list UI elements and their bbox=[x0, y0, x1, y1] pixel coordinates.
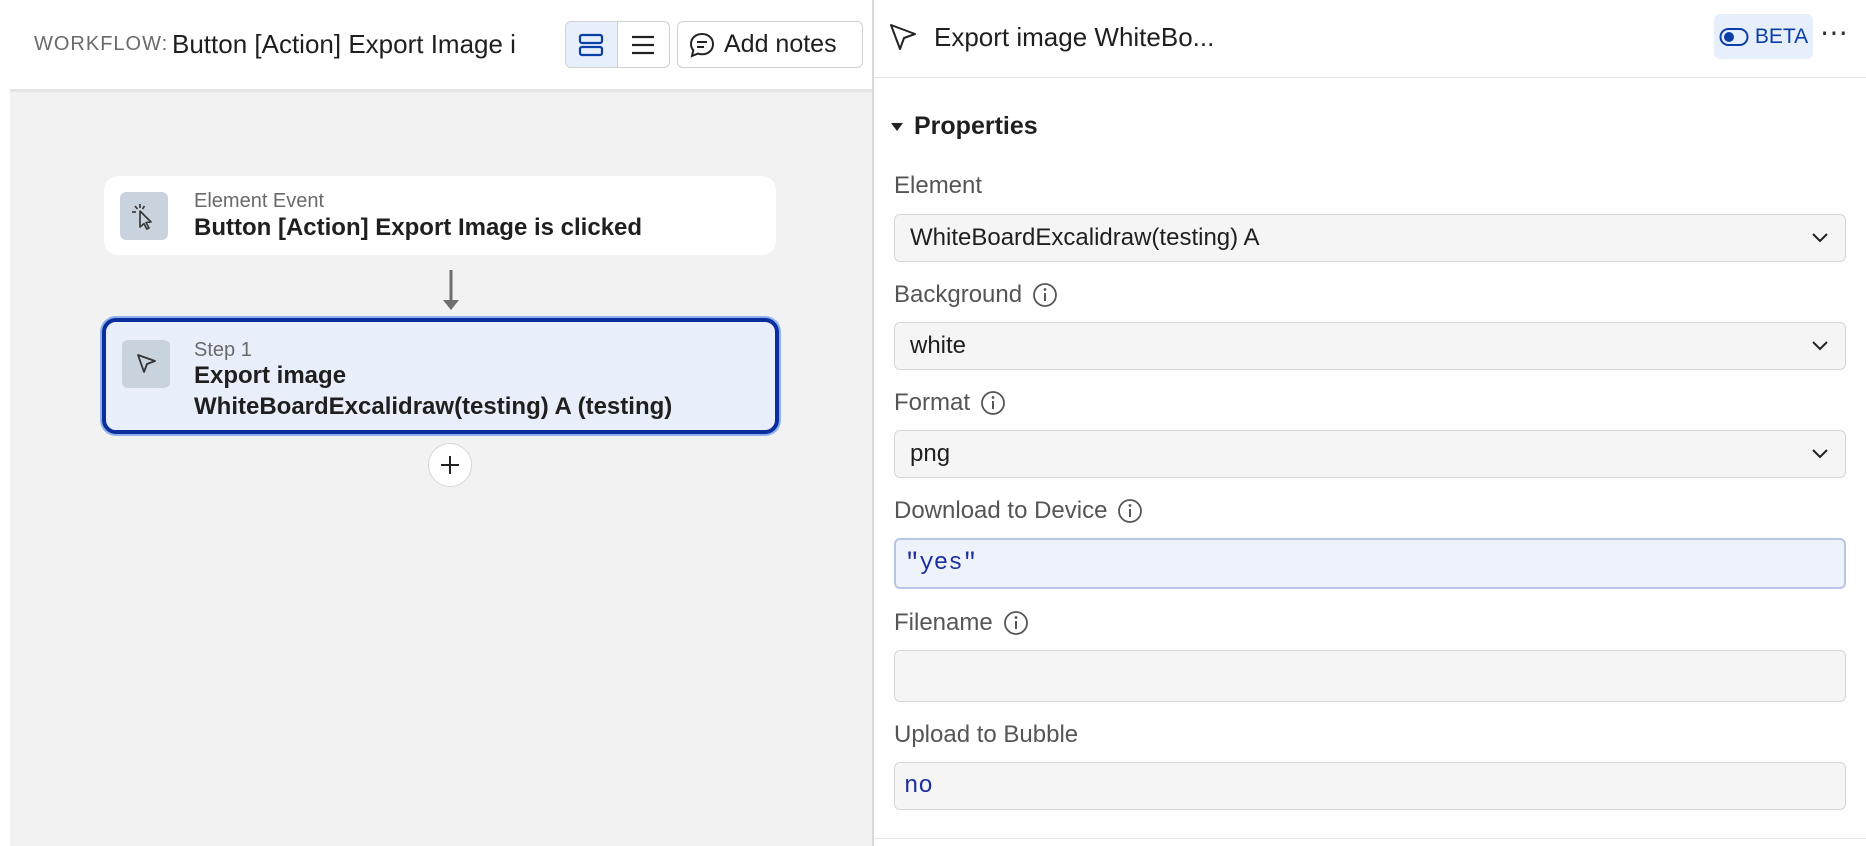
info-icon[interactable] bbox=[980, 390, 1006, 416]
step-icon-box bbox=[122, 340, 170, 388]
format-value: png bbox=[910, 440, 951, 467]
beta-toggle[interactable]: BETA bbox=[1714, 14, 1813, 59]
cursor-click-icon bbox=[132, 204, 152, 230]
download-label: Download to Device bbox=[894, 497, 1143, 525]
download-label-text: Download to Device bbox=[894, 497, 1108, 524]
background-value: white bbox=[910, 332, 967, 359]
flow-arrow-icon bbox=[443, 270, 459, 310]
step-title-line2: WhiteBoardExcalidraw(testing) A (testing… bbox=[194, 393, 673, 420]
upload-value: no bbox=[904, 772, 933, 800]
step-kicker: Step 1 bbox=[194, 339, 252, 361]
cursor-icon bbox=[890, 24, 916, 50]
event-title: Button [Action] Export Image is clicked bbox=[194, 214, 643, 241]
background-label: Background bbox=[894, 281, 1058, 309]
add-step-button[interactable] bbox=[428, 443, 472, 487]
format-label-text: Format bbox=[894, 389, 971, 416]
download-expression-field[interactable]: "yes" bbox=[894, 538, 1846, 589]
element-value: WhiteBoardExcalidraw(testing) A bbox=[910, 224, 1260, 251]
filename-label: Filename bbox=[894, 609, 1029, 637]
info-icon[interactable] bbox=[1032, 282, 1058, 308]
workflow-name[interactable]: Button [Action] Export Image i bbox=[172, 29, 532, 60]
event-card[interactable]: Element Event Button [Action] Export Ima… bbox=[104, 176, 776, 255]
toggle-icon bbox=[1719, 27, 1749, 46]
properties-panel: Export image WhiteBo... BETA ⋯ Propertie… bbox=[874, 0, 1866, 846]
chevron-down-icon bbox=[1812, 449, 1828, 459]
workflow-canvas-pane: WORKFLOW: Button [Action] Export Image i bbox=[0, 0, 874, 846]
panel-title: Export image WhiteBo... bbox=[934, 22, 1215, 52]
download-value: "yes" bbox=[905, 550, 978, 577]
format-label: Format bbox=[894, 389, 1006, 417]
card-view-icon bbox=[579, 33, 604, 56]
upload-label-text: Upload to Bubble bbox=[894, 721, 1079, 748]
view-toggle bbox=[565, 21, 670, 68]
upload-field[interactable]: no bbox=[894, 762, 1846, 810]
workflow-label: WORKFLOW: bbox=[34, 33, 169, 55]
panel-divider bbox=[874, 838, 1866, 839]
list-view-button[interactable] bbox=[618, 22, 670, 67]
properties-section-header[interactable]: Properties bbox=[890, 112, 1038, 141]
step-title-line1: Export image bbox=[194, 362, 347, 389]
element-select[interactable]: WhiteBoardExcalidraw(testing) A bbox=[894, 214, 1846, 262]
event-icon-box bbox=[120, 192, 168, 240]
step-card-selected[interactable]: Step 1 Export image WhiteBoardExcalidraw… bbox=[102, 318, 779, 434]
chevron-down-icon bbox=[1812, 341, 1828, 351]
info-icon[interactable] bbox=[1117, 498, 1143, 524]
step-title: Export image WhiteBoardExcalidraw(testin… bbox=[194, 360, 754, 422]
beta-label: BETA bbox=[1754, 24, 1809, 48]
filename-label-text: Filename bbox=[894, 609, 993, 636]
element-label-text: Element bbox=[894, 172, 983, 199]
filename-field[interactable] bbox=[894, 650, 1846, 702]
background-select[interactable]: white bbox=[894, 322, 1846, 370]
info-icon[interactable] bbox=[1003, 610, 1029, 636]
add-notes-button[interactable]: Add notes bbox=[677, 21, 863, 68]
comment-icon bbox=[689, 32, 715, 58]
element-label: Element bbox=[894, 172, 982, 200]
more-options-icon[interactable]: ⋯ bbox=[1820, 16, 1849, 49]
format-select[interactable]: png bbox=[894, 430, 1846, 478]
panel-header: Export image WhiteBo... BETA ⋯ bbox=[874, 0, 1866, 78]
chevron-down-icon bbox=[1812, 233, 1828, 243]
cursor-icon bbox=[137, 354, 156, 373]
add-notes-label: Add notes bbox=[724, 30, 837, 58]
card-view-button[interactable] bbox=[566, 22, 618, 67]
event-kicker: Element Event bbox=[194, 190, 325, 212]
upload-label: Upload to Bubble bbox=[894, 721, 1078, 749]
plus-icon bbox=[441, 456, 459, 474]
background-label-text: Background bbox=[894, 281, 1023, 308]
workflow-toolbar: WORKFLOW: Button [Action] Export Image i bbox=[10, 0, 872, 92]
section-title: Properties bbox=[914, 112, 1038, 140]
caret-down-icon bbox=[891, 122, 903, 131]
list-view-icon bbox=[632, 35, 655, 54]
